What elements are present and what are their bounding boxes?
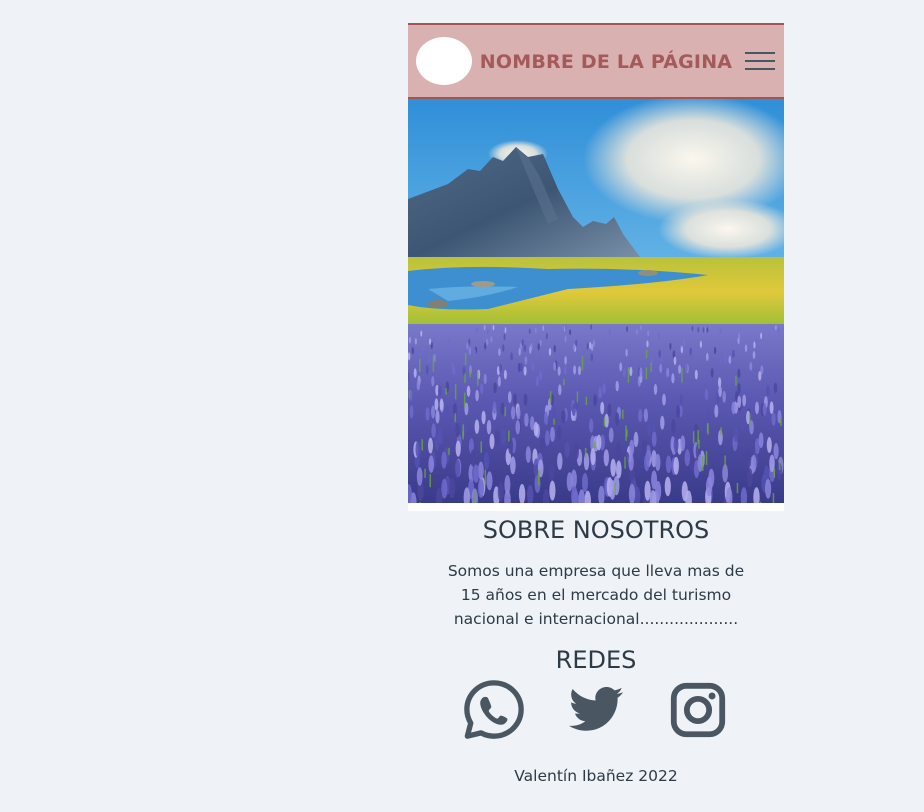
- hero-image: [408, 99, 784, 503]
- hamburger-menu-icon[interactable]: [745, 50, 775, 72]
- header: NOMBRE DE LA PÁGINA: [408, 23, 784, 99]
- about-text: Somos una empresa que lleva mas de 15 añ…: [447, 562, 745, 628]
- redes-title: REDES: [555, 646, 637, 674]
- logo-placeholder-icon[interactable]: [416, 37, 472, 85]
- instagram-icon[interactable]: [667, 679, 729, 741]
- page-container: NOMBRE DE LA PÁGINA SOBRE NOSOTROS Somos…: [408, 23, 784, 785]
- footer-credit: Valentín Ibañez 2022: [514, 767, 678, 785]
- menu-bar: [745, 52, 775, 54]
- social-links: [408, 677, 784, 747]
- menu-bar: [745, 60, 775, 62]
- whatsapp-icon[interactable]: [463, 679, 525, 741]
- menu-bar: [745, 68, 775, 70]
- hero-spacer: [408, 503, 784, 511]
- site-title: NOMBRE DE LA PÁGINA: [479, 51, 733, 73]
- about-title: SOBRE NOSOTROS: [482, 516, 710, 544]
- twitter-icon[interactable]: [565, 679, 627, 741]
